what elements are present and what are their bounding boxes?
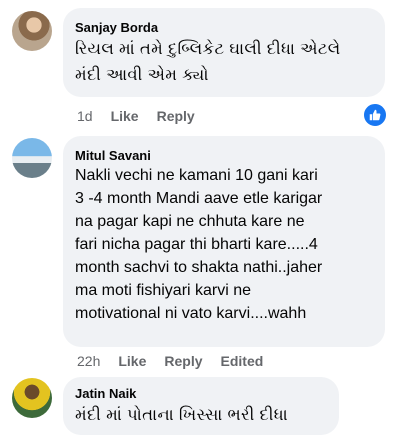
comment-text: મંદી માં પોતાના ખિસ્સા ભરી દીધા [75,406,288,424]
comment-actions: 1d Like Reply [77,108,213,124]
comment-text: Nakli vechi ne kamani 10 gani kari 3 -4 … [75,167,323,322]
thumbs-up-icon [369,109,381,121]
comment-bubble: Jatin Naik મંદી માં પોતાના ખિસ્સા ભરી દી… [63,377,339,435]
reply-button[interactable]: Reply [164,353,202,369]
thumbs-up-icon[interactable] [362,102,388,128]
reply-button[interactable]: Reply [157,108,195,124]
comment-author[interactable]: Sanjay Borda [75,19,373,36]
comment-bubble: Mitul Savani Nakli vechi ne kamani 10 ga… [63,136,385,347]
comment-author[interactable]: Mitul Savani [75,147,373,164]
like-button[interactable]: Like [118,353,146,369]
like-button[interactable]: Like [111,108,139,124]
avatar[interactable] [12,11,52,51]
comment-timestamp[interactable]: 22h [77,353,100,369]
avatar[interactable] [12,138,52,178]
comment-actions: 22h Like Reply Edited [77,353,281,369]
comment-timestamp[interactable]: 1d [77,108,93,124]
comment-text: રિયલ માં તમે દુબ્લિકેટ ઘાલી દીધા એટલે મં… [75,40,341,84]
edited-label[interactable]: Edited [221,353,264,369]
comment-bubble: Sanjay Borda રિયલ માં તમે દુબ્લિકેટ ઘાલી… [63,8,385,97]
avatar[interactable] [12,378,52,418]
comment-author[interactable]: Jatin Naik [75,385,327,402]
